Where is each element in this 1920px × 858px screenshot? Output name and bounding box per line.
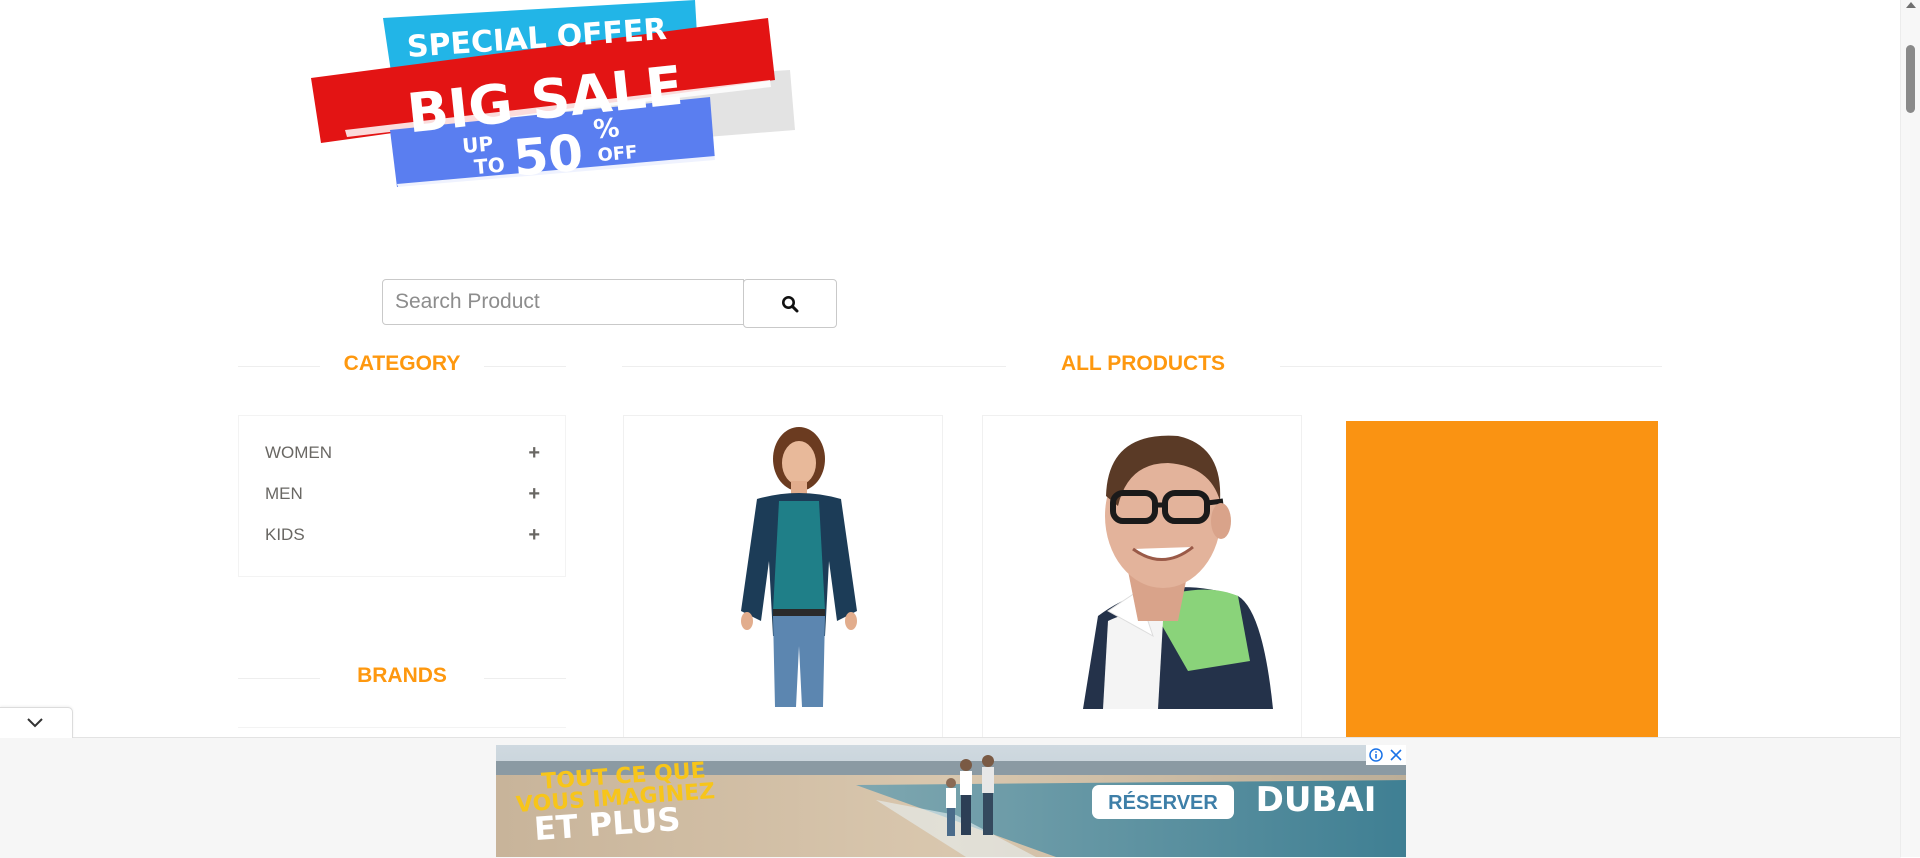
category-item-kids[interactable]: KIDS +: [265, 520, 540, 550]
info-icon: [1369, 748, 1383, 762]
close-icon: [1390, 749, 1402, 761]
category-title: CATEGORY: [343, 352, 461, 375]
search-input[interactable]: [382, 279, 744, 325]
product-image-orange[interactable]: [1346, 421, 1658, 741]
plus-icon[interactable]: +: [528, 484, 540, 504]
search-icon: [782, 295, 799, 312]
brands-title: BRANDS: [357, 664, 447, 687]
product-image-man[interactable]: [988, 421, 1296, 709]
plus-icon[interactable]: +: [528, 525, 540, 545]
ad-close-button[interactable]: [1386, 745, 1406, 765]
products-divider-left: [622, 366, 1006, 367]
logo-off: OFF: [597, 142, 639, 166]
ad-brand-logo: DUBAI: [1256, 780, 1377, 820]
category-label: WOMEN: [265, 443, 333, 462]
category-label: KIDS: [265, 525, 305, 544]
ad-collapse-button[interactable]: [0, 707, 73, 738]
products-divider-right: [1280, 366, 1662, 367]
category-item-women[interactable]: WOMEN +: [265, 438, 540, 468]
category-divider-left: [238, 366, 320, 367]
category-item-men[interactable]: MEN +: [265, 479, 540, 509]
logo-percent: %: [592, 113, 621, 145]
page-scrollbar[interactable]: [1900, 0, 1920, 857]
scrollbar-thumb[interactable]: [1906, 45, 1915, 113]
chevron-down-icon: [27, 718, 43, 728]
big-sale-logo[interactable]: SPECIAL OFFER BIG SALE UP TO 50 % OFF: [305, 0, 795, 205]
ad-banner[interactable]: TOUT CE QUE VOUS IMAGINEZ ET PLUS RÉSERV…: [496, 745, 1406, 857]
logo-fifty: 50: [511, 124, 585, 188]
ad-info-button[interactable]: [1366, 745, 1386, 765]
product-card[interactable]: [623, 415, 943, 745]
category-panel: WOMEN + MEN + KIDS +: [238, 415, 566, 577]
category-divider-right: [484, 366, 566, 367]
brands-divider-right: [484, 678, 566, 679]
scroll-up-arrow-icon[interactable]: [1906, 2, 1916, 8]
plus-icon[interactable]: +: [528, 443, 540, 463]
search-button[interactable]: [743, 279, 837, 328]
logo-to: TO: [473, 152, 506, 179]
all-products-title: ALL PRODUCTS: [1060, 352, 1226, 375]
brands-panel: [238, 727, 566, 728]
ad-reserve-label: RÉSERVER: [1108, 791, 1218, 814]
brands-divider-left: [238, 678, 320, 679]
product-card[interactable]: [982, 415, 1302, 745]
category-label: MEN: [265, 484, 303, 503]
ad-controls: [1366, 745, 1406, 765]
product-image-woman[interactable]: [629, 421, 937, 709]
